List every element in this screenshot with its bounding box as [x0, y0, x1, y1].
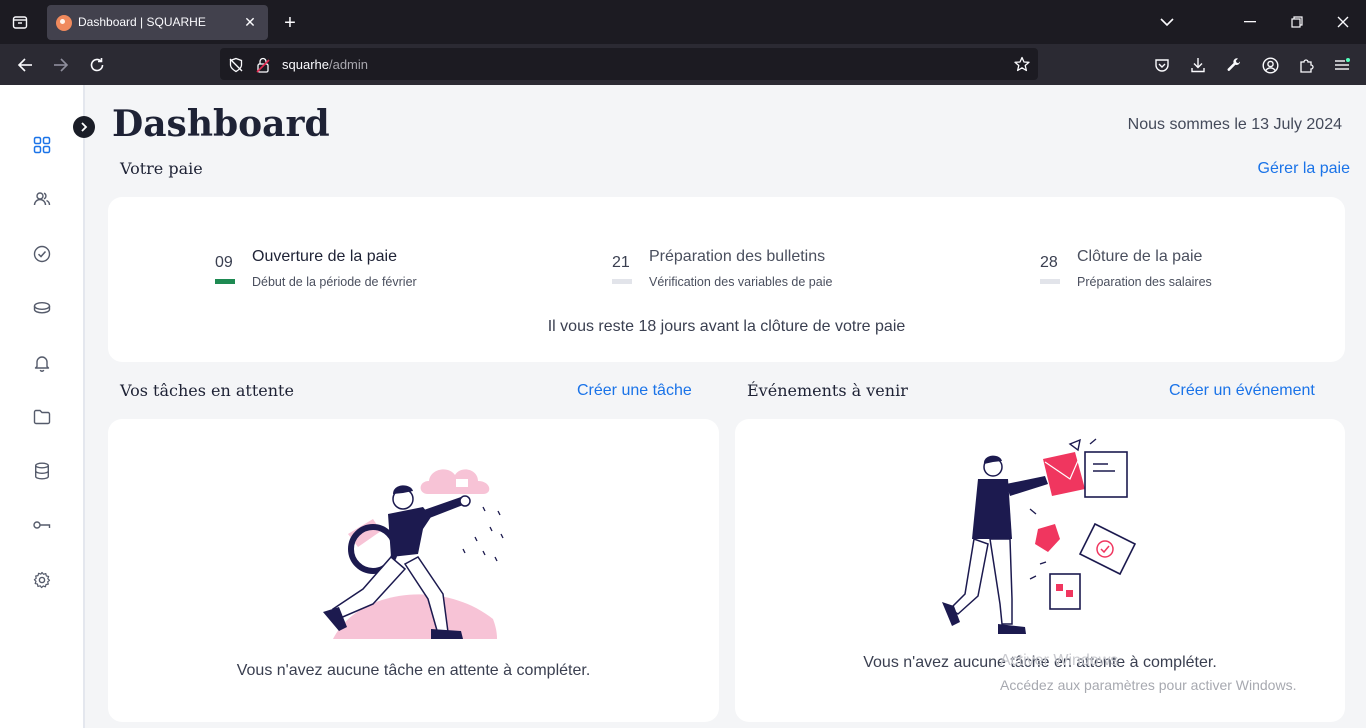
create-event-link[interactable]: Créer un événement [1169, 382, 1315, 400]
sidebar-toggle-chevron-icon[interactable] [73, 116, 95, 138]
pocket-icon[interactable] [1151, 54, 1173, 76]
step-progress-bar [1040, 279, 1060, 284]
payroll-section-title: Votre paie [120, 159, 203, 178]
manage-payroll-link[interactable]: Gérer la paie [1258, 160, 1351, 178]
windows-activation-subtitle: Accédez aux paramètres pour activer Wind… [1000, 677, 1297, 693]
step-day: 21 [612, 254, 630, 271]
check-circle-icon[interactable] [30, 242, 54, 266]
grid-icon[interactable] [30, 133, 54, 157]
window-close-icon[interactable] [1333, 12, 1353, 32]
url-host: squarhe [282, 57, 329, 72]
step-progress-bar [612, 279, 632, 284]
sidebar [0, 85, 85, 728]
tasks-card: Vous n'avez aucune tâche en attente à co… [108, 419, 719, 722]
step-subtitle: Préparation des salaires [1077, 275, 1212, 289]
payroll-card: 09 Ouverture de la paie Début de la péri… [108, 197, 1345, 362]
tasks-empty-message: Vous n'avez aucune tâche en attente à co… [236, 662, 591, 679]
address-bar[interactable]: squarhe/admin [220, 48, 1038, 80]
create-task-link[interactable]: Créer une tâche [577, 382, 692, 400]
empty-tasks-illustration [323, 469, 504, 639]
database-icon[interactable] [30, 459, 54, 483]
windows-activation-title: Activer Windows [1000, 652, 1119, 669]
users-icon[interactable] [30, 187, 54, 211]
window-restore-icon[interactable] [1287, 12, 1307, 32]
favicon-icon [56, 15, 72, 31]
url-path: /admin [328, 57, 369, 72]
step-title: Clôture de la paie [1077, 248, 1203, 265]
tasks-section-title: Vos tâches en attente [120, 381, 294, 400]
url-text: squarhe/admin [282, 57, 368, 72]
browser-nav-bar: squarhe/admin [0, 44, 1366, 85]
folder-icon[interactable] [30, 405, 54, 429]
account-icon[interactable] [1259, 54, 1281, 76]
new-tab-icon[interactable]: + [279, 12, 301, 34]
browser-tab-bar: Dashboard | SQUARHE ✕ + [0, 0, 1366, 44]
current-date: Nous sommes le 13 July 2024 [1127, 116, 1342, 133]
step-title: Ouverture de la paie [252, 248, 397, 265]
window-minimize-icon[interactable] [1240, 12, 1260, 32]
insecure-lock-icon[interactable] [254, 55, 272, 75]
tab-overflow-chevron-icon[interactable] [1157, 12, 1177, 32]
wrench-icon[interactable] [1223, 54, 1245, 76]
coins-icon[interactable] [30, 296, 54, 320]
page-title: Dashboard [112, 103, 330, 145]
forward-arrow-icon[interactable] [50, 54, 72, 76]
payroll-remaining-days: Il vous reste 18 jours avant la clôture … [547, 318, 906, 335]
back-arrow-icon[interactable] [14, 54, 36, 76]
tab-list-icon[interactable] [10, 12, 30, 32]
step-day: 28 [1040, 254, 1058, 271]
step-day: 09 [215, 254, 233, 271]
step-subtitle: Début de la période de février [252, 275, 417, 289]
extensions-icon[interactable] [1295, 54, 1317, 76]
bookmark-star-icon[interactable] [1012, 54, 1032, 74]
step-progress-bar [215, 279, 235, 284]
gear-icon[interactable] [30, 568, 54, 592]
key-icon[interactable] [30, 513, 54, 537]
downloads-icon[interactable] [1187, 54, 1209, 76]
tracking-protection-shield-icon[interactable] [226, 55, 246, 75]
tab-title: Dashboard | SQUARHE [78, 15, 206, 29]
app-menu-icon[interactable] [1331, 54, 1353, 76]
bell-icon[interactable] [30, 351, 54, 375]
browser-tab[interactable]: Dashboard | SQUARHE ✕ [47, 5, 268, 40]
step-title: Préparation des bulletins [649, 248, 826, 265]
tab-close-icon[interactable]: ✕ [240, 12, 260, 32]
empty-events-illustration [942, 438, 1137, 634]
reload-icon[interactable] [86, 54, 108, 76]
events-section-title: Événements à venir [747, 381, 908, 400]
step-subtitle: Vérification des variables de paie [649, 275, 833, 289]
